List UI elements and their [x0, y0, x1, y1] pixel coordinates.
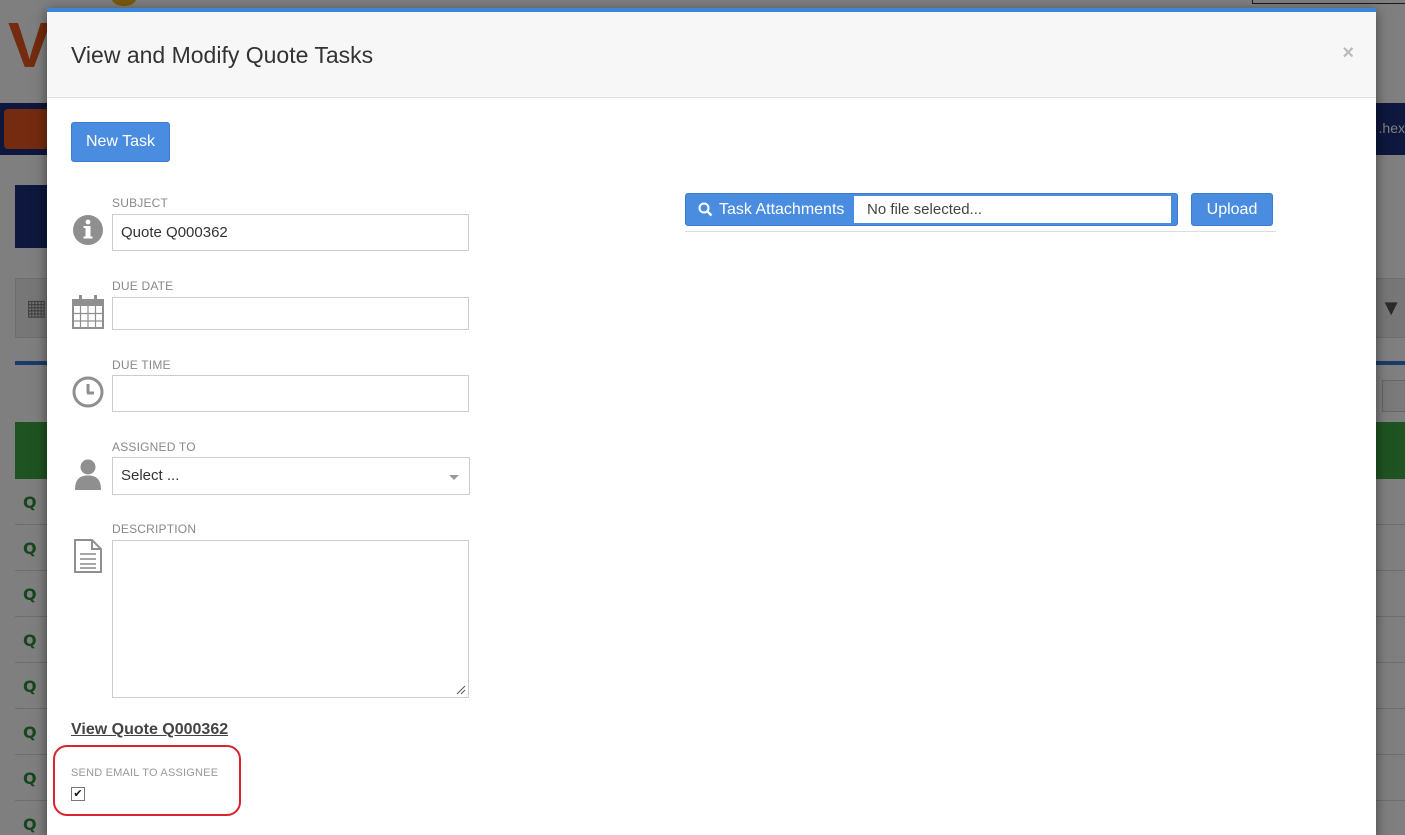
modal-header: View and Modify Quote Tasks × — [47, 12, 1376, 98]
due-time-label: DUE TIME — [112, 358, 171, 372]
subject-label: SUBJECT — [112, 196, 169, 210]
document-icon — [74, 539, 102, 573]
search-icon — [698, 202, 713, 217]
task-modal: View and Modify Quote Tasks × New Task S… — [47, 8, 1376, 835]
calendar-icon — [72, 295, 104, 329]
user-icon — [75, 459, 101, 490]
task-attachments-button[interactable]: Task Attachments — [686, 194, 852, 225]
task-attachments-group: Task Attachments No file selected... — [685, 193, 1178, 226]
task-attachments-label: Task Attachments — [719, 201, 845, 218]
attachments-divider — [685, 231, 1276, 232]
highlight-annotation — [53, 745, 241, 816]
due-time-input[interactable] — [112, 375, 469, 412]
chevron-down-icon — [449, 475, 459, 480]
due-date-label: DUE DATE — [112, 279, 174, 293]
close-icon[interactable]: × — [1342, 42, 1354, 65]
send-email-label: SEND EMAIL TO ASSIGNEE — [71, 767, 219, 779]
info-icon — [73, 215, 103, 245]
modal-title: View and Modify Quote Tasks — [71, 42, 374, 68]
clock-icon — [72, 376, 104, 408]
new-task-button[interactable]: New Task — [71, 122, 170, 162]
send-email-checkbox[interactable]: ✔ — [71, 787, 85, 801]
view-quote-link[interactable]: View Quote Q000362 — [71, 721, 228, 739]
due-date-input[interactable] — [112, 297, 469, 330]
file-name-field[interactable]: No file selected... — [854, 196, 1171, 223]
description-textarea[interactable] — [112, 540, 469, 698]
assigned-to-value: Select ... — [121, 467, 180, 484]
resize-handle-icon[interactable] — [456, 685, 466, 695]
description-label: DESCRIPTION — [112, 522, 197, 536]
subject-input[interactable] — [112, 214, 469, 251]
assigned-to-select[interactable]: Select ... — [112, 457, 470, 495]
upload-button[interactable]: Upload — [1191, 193, 1273, 226]
assigned-to-label: ASSIGNED TO — [112, 440, 196, 454]
